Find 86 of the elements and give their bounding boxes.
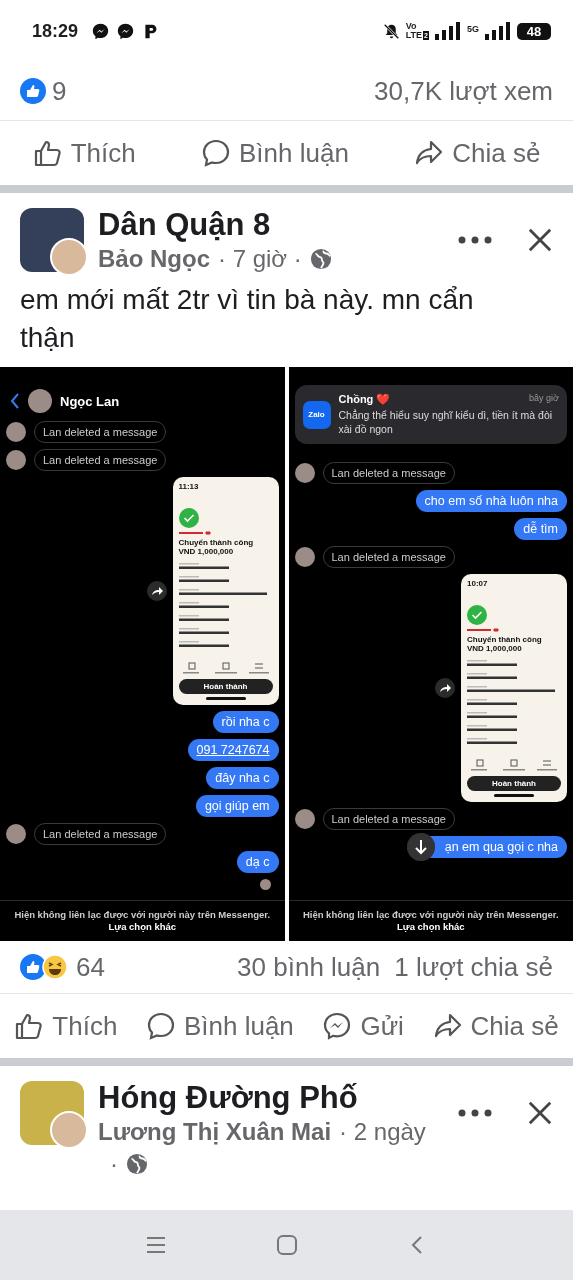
thumbs-up-icon: [14, 1011, 45, 1041]
bank-logo-icon: [178, 531, 211, 535]
comment-button[interactable]: Bình luận: [141, 1006, 298, 1046]
unavailable-notice: Hiện không liên lạc được với người này trên Messenger. Lựa chọn khác: [288, 900, 573, 941]
group-name[interactable]: Dân Quận 8: [98, 207, 443, 243]
avatar: [28, 389, 52, 413]
done-button[interactable]: Hoàn thành: [178, 679, 273, 694]
more-icon[interactable]: [457, 235, 493, 245]
signal-icon: [435, 22, 461, 40]
seen-avatar: [259, 879, 271, 890]
globe-icon: [309, 248, 332, 270]
like-reaction-icon: [20, 954, 46, 980]
post-text: em mới mất 2tr vì tin bà này. mn cẩn thận: [19, 283, 475, 355]
home-indicator: [494, 794, 534, 797]
clock: 18:29: [32, 20, 79, 42]
network-label: 5G: [467, 24, 479, 34]
comment-button[interactable]: Bình luận: [197, 133, 353, 173]
more-icon[interactable]: [457, 1108, 493, 1118]
comment-icon: [201, 138, 231, 168]
like-button[interactable]: Thích: [28, 133, 140, 173]
message-bubble: dạ c: [236, 851, 279, 873]
post-time: · 2 ngày: [339, 1118, 426, 1146]
message-bubble: dễ tìm: [514, 518, 567, 540]
bank-logo-icon: [467, 628, 499, 632]
send-button[interactable]: Gửi: [318, 1006, 408, 1046]
view-count: 30,7K lượt xem: [374, 75, 553, 107]
avatar: [294, 547, 315, 567]
contact-name: Ngọc Lan: [60, 393, 120, 409]
receipt-time: 10:07: [467, 579, 489, 588]
reaction-count: 9: [52, 75, 67, 107]
message-bubble: cho em số nhà luôn nha: [415, 490, 567, 512]
notification-banner[interactable]: Zalo Chồng ❤ bây giờ Chẳng thể hiểu suy nghĩ kiểu dì, tiền ít mà đòi xài đồ ngon: [294, 385, 567, 444]
receipt-amount: VND 1,000,000: [178, 547, 235, 556]
phone-link-bubble[interactable]: 091 7247674: [187, 739, 279, 761]
unavailable-notice: Hiện không liên lạc được với người này trên Messenger. Lựa chọn khác: [0, 900, 285, 941]
author-name[interactable]: Bảo Ngọc: [98, 245, 210, 273]
receipt-title: Chuyển thành công: [467, 635, 543, 644]
avatar: [6, 824, 26, 844]
like-button[interactable]: Thích: [10, 1006, 122, 1046]
comment-icon: [145, 1011, 176, 1041]
menu-icon[interactable]: [144, 1234, 167, 1256]
messenger-icon: [117, 22, 135, 40]
back-icon[interactable]: [10, 393, 20, 409]
share-count[interactable]: 1 lượt chia sẻ: [394, 951, 553, 983]
message-bubble: rồi nha c: [212, 711, 279, 733]
signal-icon: [485, 22, 511, 40]
thumbs-up-icon: [32, 138, 63, 168]
close-icon[interactable]: [527, 227, 553, 253]
globe-icon: [126, 1153, 148, 1175]
bell-muted-icon: [382, 22, 400, 40]
avatar: [6, 450, 26, 470]
app-icon: Zalo: [302, 400, 331, 429]
receipt-title: Chuyển thành công: [178, 538, 255, 547]
done-button[interactable]: Hoàn thành: [467, 776, 561, 791]
receipt-time: 11:13: [178, 482, 200, 491]
share-button[interactable]: Chia sẻ: [410, 133, 545, 173]
separator-dot: ·: [110, 1150, 118, 1178]
messenger-icon: [92, 22, 110, 40]
post-time: · 7 giờ ·: [218, 245, 302, 273]
receipt-amount: VND 1,000,000: [467, 644, 523, 653]
message-bubble: đây nha c: [206, 767, 279, 789]
avatar: [294, 809, 315, 829]
scroll-down-icon[interactable]: [406, 833, 435, 861]
laughing-emoji-icon: [42, 954, 68, 980]
volte-label: Vo: [405, 22, 418, 31]
like-reaction-icon: [20, 78, 46, 104]
avatar: [294, 463, 315, 483]
notification-time: bây giờ: [529, 393, 559, 405]
home-icon[interactable]: [275, 1234, 298, 1256]
home-indicator: [205, 697, 246, 700]
messenger-icon: [322, 1011, 353, 1041]
battery-indicator: 48: [517, 22, 551, 40]
share-button[interactable]: Chia sẻ: [428, 1006, 563, 1046]
message-bubble: gọi giúp em: [195, 795, 279, 817]
forward-icon[interactable]: [435, 678, 455, 698]
author-name[interactable]: Lương Thị Xuân Mai: [98, 1118, 332, 1146]
notification-body: Chẳng thể hiểu suy nghĩ kiểu dì, tiền ít mà đòi xài đồ ngon: [338, 408, 554, 436]
success-check-icon: [467, 605, 487, 625]
forward-icon[interactable]: [146, 581, 167, 601]
avatar: [6, 422, 26, 442]
close-icon[interactable]: [527, 1100, 553, 1126]
group-name[interactable]: Hóng Đường Phố: [98, 1080, 443, 1116]
reaction-count: 64: [76, 951, 105, 983]
notification-title: Chồng ❤: [338, 393, 391, 406]
success-check-icon: [178, 508, 199, 528]
comment-count[interactable]: 30 bình luận: [237, 951, 381, 983]
